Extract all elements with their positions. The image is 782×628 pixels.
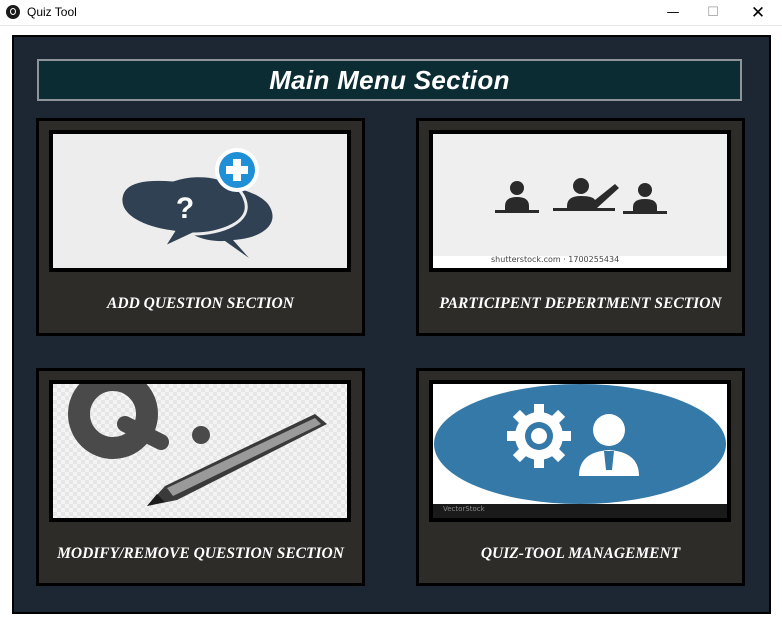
app-icon [6, 5, 20, 19]
svg-text:?: ? [176, 192, 194, 225]
q-pencil-icon [53, 384, 347, 518]
participants-raised-hand-icon [433, 134, 727, 268]
modify-remove-question-image[interactable] [49, 380, 351, 522]
gear-person-icon [433, 384, 727, 518]
add-question-label[interactable]: ADD QUESTION SECTION [39, 295, 362, 313]
add-question-card[interactable]: ? ADD QUESTION SECTION [36, 118, 365, 336]
add-question-image[interactable]: ? [49, 130, 351, 272]
window-titlebar: Quiz Tool — ☐ ✕ [0, 0, 782, 26]
image-caption: shutterstock.com · 1700255434 [491, 255, 620, 264]
close-button[interactable]: ✕ [735, 0, 781, 25]
quiz-tool-management-image[interactable]: VectorStock [429, 380, 731, 522]
image-watermark: VectorStock [443, 505, 485, 513]
main-menu-header: Main Menu Section [37, 59, 742, 101]
maximize-button[interactable]: ☐ [690, 0, 736, 25]
modify-remove-question-label[interactable]: MODIFY/REMOVE QUESTION SECTION [39, 545, 362, 563]
modify-remove-question-card[interactable]: MODIFY/REMOVE QUESTION SECTION [36, 368, 365, 586]
participant-department-card[interactable]: shutterstock.com · 1700255434 PARTICIPEN… [416, 118, 745, 336]
quiz-tool-management-card[interactable]: VectorStock QUIZ-TOOL MANAGEMENT [416, 368, 745, 586]
speech-bubbles-question-plus-icon: ? [53, 134, 347, 268]
participant-department-image[interactable]: shutterstock.com · 1700255434 [429, 130, 731, 272]
page-title: Main Menu Section [269, 64, 510, 95]
participant-department-label[interactable]: PARTICIPENT DEPERTMENT SECTION [419, 295, 742, 313]
window-title: Quiz Tool [27, 5, 77, 19]
main-frame: Main Menu Section ? ADD QUESTION SECTION [12, 35, 771, 614]
quiz-tool-management-label[interactable]: QUIZ-TOOL MANAGEMENT [419, 545, 742, 563]
